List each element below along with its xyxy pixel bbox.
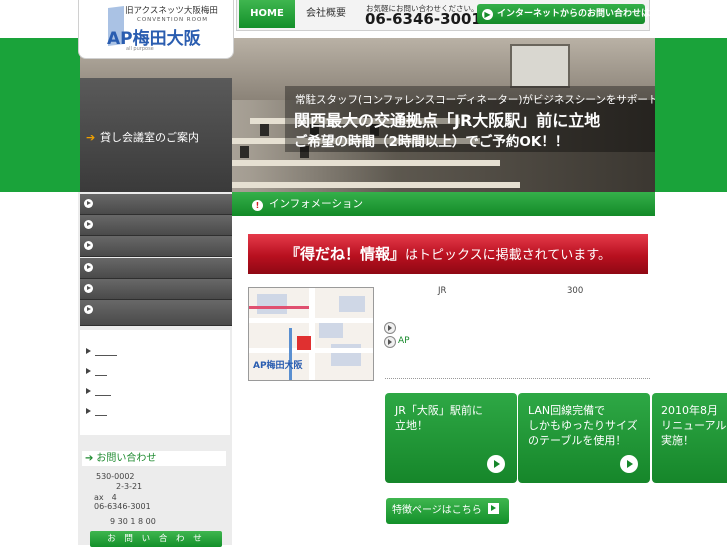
arrow-icon <box>487 503 499 514</box>
hero-caption-booking: ご希望の時間（2時間以上）でご予約OK！！ <box>294 134 569 150</box>
information-header: ! インフォメーション <box>232 192 655 216</box>
address-jr: JR <box>438 286 447 296</box>
hero-caption-location: 関西最大の交通拠点「JR大阪駅」前に立地 <box>294 111 601 130</box>
arrow-icon <box>84 284 93 293</box>
feature-card-text: LAN回線完備で しかもゆったりサイズ のテーブルを使用！ <box>528 404 638 447</box>
arrow-icon: ➔ <box>85 453 94 464</box>
logo-wordmark: AP梅田大阪 <box>107 29 201 49</box>
arrow-icon <box>487 455 505 473</box>
map-label: AP梅田大阪 <box>253 361 303 371</box>
internet-inquiry-label: インターネットからのお問い合わせはこちら <box>497 9 678 19</box>
topics-banner[interactable]: 『得だね！情報』はトピックスに掲載されています。 <box>248 234 648 274</box>
arrow-icon <box>84 305 93 314</box>
internet-inquiry-button[interactable]: ▶ インターネットからのお問い合わせはこちら <box>477 4 677 24</box>
arrow-icon <box>84 199 93 208</box>
hero-caption-support: 常駐スタッフ(コンファレンスコーディネーター)がビジネスシーンをサポート <box>295 94 655 106</box>
feature-card-renewal[interactable]: 2010年8月 リニューアル 実施！ <box>652 393 727 483</box>
sidebar-link-2[interactable] <box>86 366 126 378</box>
triangle-icon <box>86 408 91 414</box>
feature-page-label: 特徴ページはこちら <box>392 505 482 516</box>
phone-number: 06-6346-3001 <box>365 10 482 28</box>
information-title: インフォメーション <box>269 198 363 210</box>
feature-page-button[interactable]: 特徴ページはこちら <box>386 498 509 524</box>
sidebar-rental-label: 貸し会議室のご案内 <box>100 131 199 144</box>
arrow-icon <box>84 220 93 229</box>
inquiry-title: お問い合わせ <box>96 453 157 464</box>
sidebar-rental-guide[interactable]: ➔ 貸し会議室のご案内 <box>80 125 232 151</box>
inquiry-hours: 9 30 1 8 00 <box>110 517 156 526</box>
inquiry-heading: ➔ お問い合わせ <box>82 451 226 466</box>
projector-screen-icon <box>510 44 570 88</box>
ap-link[interactable]: AP <box>398 336 410 346</box>
sidebar-menu-item-1[interactable] <box>80 194 232 215</box>
arrow-icon <box>620 455 638 473</box>
feature-card-lan[interactable]: LAN回線完備で しかもゆったりサイズ のテーブルを使用！ <box>518 393 650 483</box>
sidebar-menu-item-5[interactable] <box>80 279 232 300</box>
nav-home[interactable]: HOME <box>239 0 295 28</box>
nav-company-profile[interactable]: 会社概要 <box>298 0 354 28</box>
arrow-icon[interactable] <box>384 322 396 334</box>
address-distance: 300 <box>567 286 584 296</box>
inquiry-address: 2-3-21 <box>116 482 143 491</box>
sidebar-link-3[interactable] <box>86 386 126 398</box>
arrow-icon <box>84 241 93 250</box>
sidebar-menu-item-6[interactable] <box>80 300 232 326</box>
topics-banner-title: 『得だね！情報』 <box>285 245 406 263</box>
arrow-icon: ▶ <box>482 9 493 20</box>
sidebar-menu-item-4[interactable] <box>80 258 232 279</box>
logo-former-name: 旧アクスネッツ大阪梅田 <box>125 6 218 16</box>
sidebar-link-4[interactable] <box>86 406 126 418</box>
sidebar-menu-item-2[interactable] <box>80 215 232 236</box>
feature-card-text: 2010年8月 リニューアル 実施！ <box>661 404 727 447</box>
arrow-icon[interactable] <box>384 336 396 348</box>
feature-card-location[interactable]: JR「大阪」駅前に 立地！ <box>385 393 517 483</box>
arrow-icon: ➔ <box>86 131 96 144</box>
logo-tagline: all purpose <box>126 46 154 52</box>
triangle-icon <box>86 368 91 374</box>
sidebar-menu-item-3[interactable] <box>80 236 232 257</box>
logo-subtitle: CONVENTION ROOM <box>137 17 209 23</box>
feature-card-text: JR「大阪」駅前に 立地！ <box>395 404 483 432</box>
divider <box>385 378 650 379</box>
alert-icon: ! <box>252 200 263 211</box>
triangle-icon <box>86 348 91 354</box>
triangle-icon <box>86 388 91 394</box>
arrow-icon <box>84 263 93 272</box>
topics-banner-text: はトピックスに掲載されています。 <box>405 248 611 263</box>
inquiry-tel: 06-6346-3001 <box>94 502 151 511</box>
sidebar-link-1[interactable] <box>86 346 126 358</box>
inquiry-postal: 530-0002 <box>96 472 135 481</box>
header-green-band-right <box>655 38 727 192</box>
header-green-band-left <box>0 38 80 192</box>
